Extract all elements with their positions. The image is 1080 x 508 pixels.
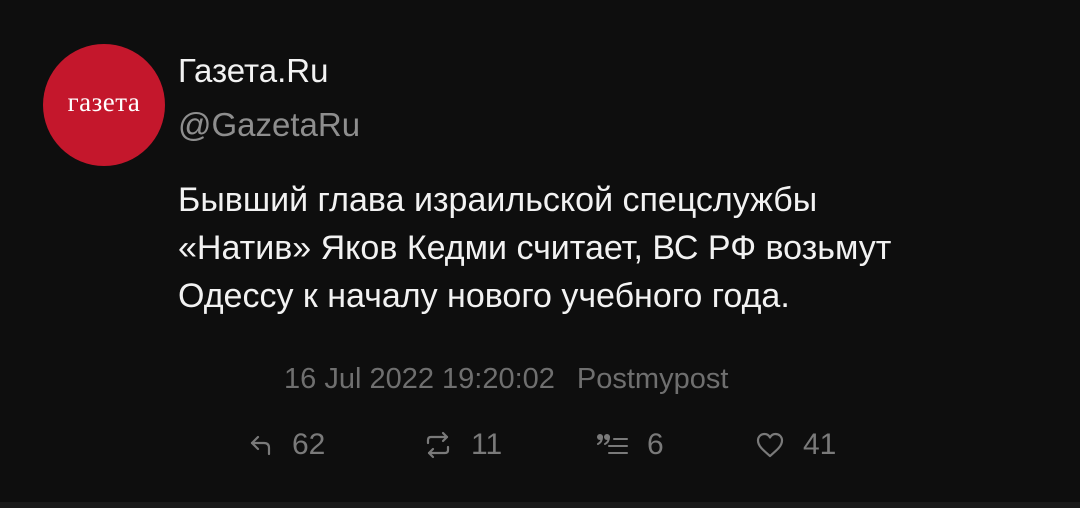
avatar-logo-text: газета	[67, 86, 141, 117]
tweet-text-line: Одессу к началу нового учебного года.	[178, 277, 790, 315]
retweet-icon	[423, 431, 453, 459]
reply-icon	[248, 432, 274, 458]
quote-icon	[595, 431, 629, 459]
quote-count: 6	[647, 428, 664, 461]
quote-button[interactable]: 6	[595, 420, 664, 470]
action-bar: 62 11 6 41	[0, 420, 1080, 470]
user-handle[interactable]: @GazetaRu	[178, 106, 360, 144]
avatar[interactable]: газета	[43, 44, 165, 166]
reply-count: 62	[292, 428, 326, 461]
tweet-timestamp: 16 Jul 2022 19:20:02	[284, 363, 555, 395]
tweet-card: газета Газета.Ru @GazetaRu Бывший глава …	[0, 0, 1080, 508]
tweet-text-line: Бывший глава израильской спецслужбы	[178, 181, 818, 219]
tweet-meta: 16 Jul 2022 19:20:02 Postmypost	[284, 363, 728, 396]
display-name[interactable]: Газета.Ru	[178, 52, 328, 90]
tweet-text-line: «Натив» Яков Кедми считает, ВС РФ возьму…	[178, 229, 892, 267]
divider	[0, 502, 1080, 508]
tweet-text: Бывший глава израильской спецслужбы «Нат…	[178, 176, 1058, 320]
reply-button[interactable]: 62	[248, 420, 325, 470]
retweet-button[interactable]: 11	[423, 420, 502, 470]
like-button[interactable]: 41	[755, 420, 836, 470]
retweet-count: 11	[471, 428, 503, 461]
like-count: 41	[803, 428, 837, 461]
tweet-source: Postmypost	[576, 363, 729, 395]
heart-icon	[755, 431, 785, 459]
